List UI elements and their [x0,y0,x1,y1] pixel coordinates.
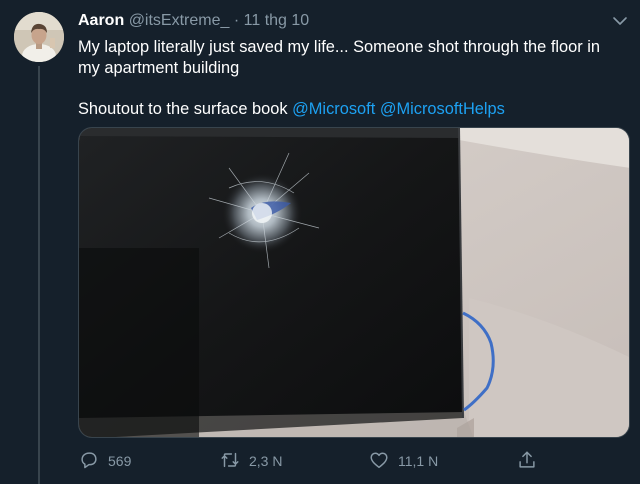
tweet-actions: 569 2,3 N 11,1 N [78,448,630,474]
tweet-text-prefix: Shoutout to the surface book [78,100,293,118]
like-count: 11,1 N [398,453,439,469]
avatar[interactable] [14,12,64,62]
tweet[interactable]: Aaron @itsExtreme_ · 11 thg 10 My laptop… [0,0,640,484]
tweet-text-line2: Shoutout to the surface book @Microsoft … [78,99,626,120]
mention-microsofthelps[interactable]: @MicrosoftHelps [380,100,505,118]
tweet-timestamp[interactable]: 11 thg 10 [244,12,310,29]
author-name[interactable]: Aaron [78,12,124,29]
like-button[interactable]: 11,1 N [368,448,438,474]
tweet-photo[interactable] [78,127,630,438]
thread-line [38,66,40,484]
reply-count: 569 [108,453,132,469]
chevron-down-icon[interactable] [609,10,631,32]
share-icon [516,449,538,474]
retweet-button[interactable]: 2,3 N [219,448,282,474]
tweet-text: My laptop literally just saved my life..… [78,37,626,120]
heart-icon [368,449,390,474]
separator-dot: · [233,12,240,29]
tweet-text-line1: My laptop literally just saved my life..… [78,38,601,77]
tweet-header: Aaron @itsExtreme_ · 11 thg 10 [78,11,309,31]
author-handle[interactable]: @itsExtreme_ [129,12,230,29]
reply-icon [78,449,100,474]
retweet-icon [219,449,241,474]
reply-button[interactable]: 569 [78,448,131,474]
mention-microsoft[interactable]: @Microsoft [292,100,375,118]
share-button[interactable] [516,448,538,474]
retweet-count: 2,3 N [249,453,283,469]
